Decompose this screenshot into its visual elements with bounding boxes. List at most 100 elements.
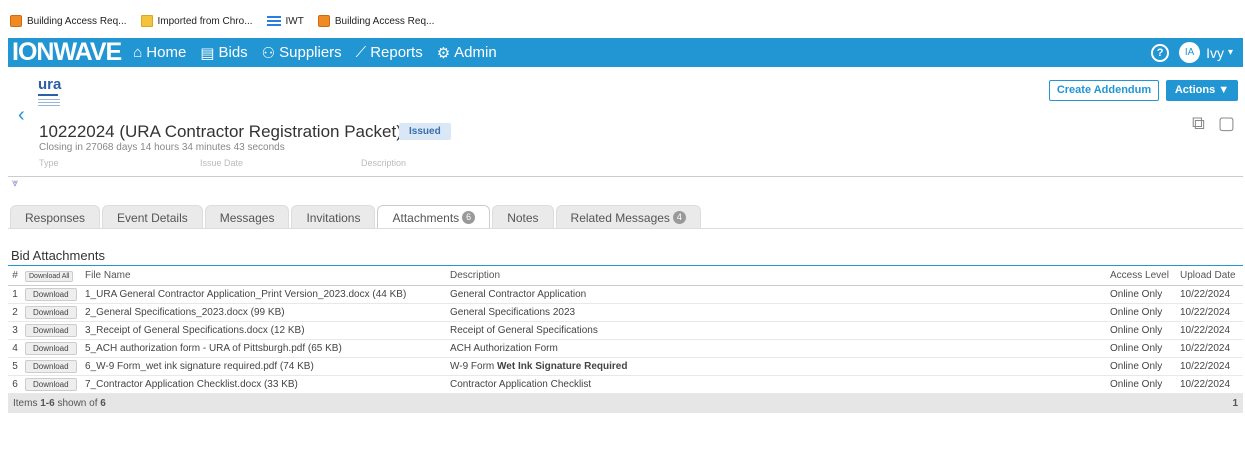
- attachments-table-wrap: # Download All File Name Description Acc…: [8, 265, 1243, 413]
- description-text: General Specifications 2023: [450, 307, 576, 318]
- nav-admin[interactable]: ⚙ Admin: [437, 44, 497, 62]
- tab-label: Messages: [219, 210, 275, 225]
- nav-reports-label: Reports: [370, 44, 423, 61]
- org-logo-text: ura: [38, 76, 62, 93]
- upload-date: 10/22/2024: [1177, 321, 1243, 340]
- table-row: 1 Download 1_URA General Contractor Applic…: [8, 285, 1243, 304]
- bookmark-item[interactable]: IWT: [266, 15, 304, 27]
- nav-bids-label: Bids: [218, 44, 248, 61]
- meta-issue-date-label: Issue Date: [200, 158, 244, 168]
- tab-label: Responses: [25, 210, 86, 225]
- download-cell: Download: [22, 303, 82, 322]
- download-cell: Download: [22, 357, 82, 376]
- download-button[interactable]: Download: [25, 342, 77, 355]
- tab-related-messages[interactable]: Related Messages 4: [555, 205, 701, 229]
- file-name[interactable]: 3_Receipt of General Specifications.docx…: [82, 321, 447, 340]
- tab-notes[interactable]: Notes: [492, 205, 554, 229]
- table-row: 5 Download 6_W-9 Form_wet ink signature re…: [8, 357, 1243, 376]
- copy-icon[interactable]: ⧉: [1192, 113, 1205, 134]
- download-all-button[interactable]: Download All: [25, 270, 74, 282]
- col-upload-date[interactable]: Upload Date: [1177, 265, 1243, 286]
- ionwave-logo[interactable]: IONWAVE: [12, 38, 122, 67]
- page-number[interactable]: 1: [1232, 398, 1238, 409]
- access-level: Online Only: [1107, 321, 1177, 340]
- footer-total: 6: [100, 398, 106, 409]
- tab-count-badge: 6: [462, 211, 476, 224]
- file-name[interactable]: 1_URA General Contractor Application_Pri…: [82, 285, 447, 304]
- nav-bids[interactable]: ▤ Bids: [200, 44, 247, 62]
- table-row: 3 Download 3_Receipt of General Specificat…: [8, 321, 1243, 340]
- col-access-level[interactable]: Access Level: [1107, 265, 1177, 286]
- nav-home-label: Home: [146, 44, 187, 61]
- clipboard-icon[interactable]: ▢: [1218, 113, 1235, 134]
- chevron-down-icon[interactable]: ▾: [1228, 47, 1233, 58]
- bookmark-item[interactable]: Building Access Req...: [10, 15, 127, 27]
- description: General Specifications 2023: [447, 303, 1107, 322]
- download-cell: Download: [22, 321, 82, 340]
- download-button[interactable]: Download: [25, 378, 77, 391]
- page-title: 10222024 (URA Contractor Registration Pa…: [39, 122, 402, 141]
- download-button[interactable]: Download: [25, 288, 77, 301]
- upload-date: 10/22/2024: [1177, 375, 1243, 394]
- orange-app-icon: [10, 15, 22, 27]
- create-addendum-button[interactable]: Create Addendum: [1049, 80, 1159, 101]
- tab-invitations[interactable]: Invitations: [291, 205, 376, 229]
- avatar[interactable]: IA: [1179, 42, 1201, 63]
- nav-home[interactable]: ⌂ Home: [133, 44, 186, 61]
- actions-button[interactable]: Actions ▼: [1166, 80, 1238, 101]
- folder-icon: [140, 15, 153, 27]
- expand-details-icon[interactable]: ⩔: [12, 177, 18, 190]
- section-title: Bid Attachments: [11, 248, 105, 263]
- reports-icon: ⟋: [355, 44, 367, 61]
- tab-label: Notes: [507, 210, 539, 225]
- download-button[interactable]: Download: [25, 306, 77, 319]
- nav-reports[interactable]: ⟋ Reports: [356, 44, 423, 61]
- download-button[interactable]: Download: [25, 324, 77, 337]
- description: ACH Authorization Form: [447, 339, 1107, 358]
- access-level: Online Only: [1107, 357, 1177, 376]
- download-cell: Download: [22, 285, 82, 304]
- nav-suppliers-label: Suppliers: [279, 44, 342, 61]
- bookmark-item[interactable]: Imported from Chro...: [140, 15, 253, 27]
- bookmark-label: Imported from Chro...: [157, 15, 253, 27]
- tab-event-details[interactable]: Event Details: [102, 205, 203, 229]
- help-icon[interactable]: ?: [1151, 43, 1170, 62]
- bookmark-item[interactable]: Building Access Req...: [317, 15, 434, 27]
- file-name[interactable]: 2_General Specifications_2023.docx (99 K…: [82, 303, 447, 322]
- logo-lines: [38, 99, 78, 106]
- bookmark-label: IWT: [285, 15, 304, 27]
- description: General Contractor Application: [447, 285, 1107, 304]
- table-row: 4 Download 5_ACH authorization form - URA …: [8, 339, 1243, 358]
- file-name[interactable]: 5_ACH authorization form - URA of Pittsb…: [82, 339, 447, 358]
- tab-attachments[interactable]: Attachments 6: [377, 205, 491, 229]
- logo-bar: [38, 94, 58, 96]
- user-name[interactable]: Ivy: [1206, 45, 1224, 61]
- bookmark-label: Building Access Req...: [27, 15, 127, 27]
- attachments-table: # Download All File Name Description Acc…: [8, 265, 1243, 394]
- status-badge: Issued: [399, 123, 451, 140]
- back-icon[interactable]: ‹: [18, 104, 25, 127]
- footer-mid: shown of: [54, 398, 101, 409]
- org-logo: ura: [38, 76, 78, 108]
- file-name[interactable]: 7_Contractor Application Checklist.docx …: [82, 375, 447, 394]
- nav-suppliers[interactable]: ⚇ Suppliers: [262, 44, 342, 62]
- meta-description-label: Description: [361, 158, 407, 168]
- tab-responses[interactable]: Responses: [10, 205, 101, 229]
- nav-user-area: ? IA Ivy ▾: [1151, 38, 1233, 67]
- top-nav: IONWAVE ⌂ Home ▤ Bids ⚇ Suppliers ⟋ Reports …: [8, 38, 1243, 67]
- bookmarks-bar: Building Access Req... Imported from Chr…: [0, 8, 1245, 34]
- description-bold: Wet Ink Signature Required: [497, 361, 628, 372]
- tab-bar: Responses Event Details Messages Invitat…: [10, 205, 703, 229]
- upload-date: 10/22/2024: [1177, 357, 1243, 376]
- table-header-row: # Download All File Name Description Acc…: [8, 265, 1243, 286]
- table-row: 2 Download 2_General Specifications_2023.d…: [8, 303, 1243, 322]
- col-file-name[interactable]: File Name: [82, 265, 447, 286]
- tab-messages[interactable]: Messages: [204, 205, 290, 229]
- access-level: Online Only: [1107, 285, 1177, 304]
- file-name[interactable]: 6_W-9 Form_wet ink signature required.pd…: [82, 357, 447, 376]
- download-button[interactable]: Download: [25, 360, 77, 373]
- row-number: 4: [8, 339, 22, 358]
- col-description[interactable]: Description: [447, 265, 1107, 286]
- download-cell: Download: [22, 375, 82, 394]
- meta-type-label: Type: [39, 158, 59, 168]
